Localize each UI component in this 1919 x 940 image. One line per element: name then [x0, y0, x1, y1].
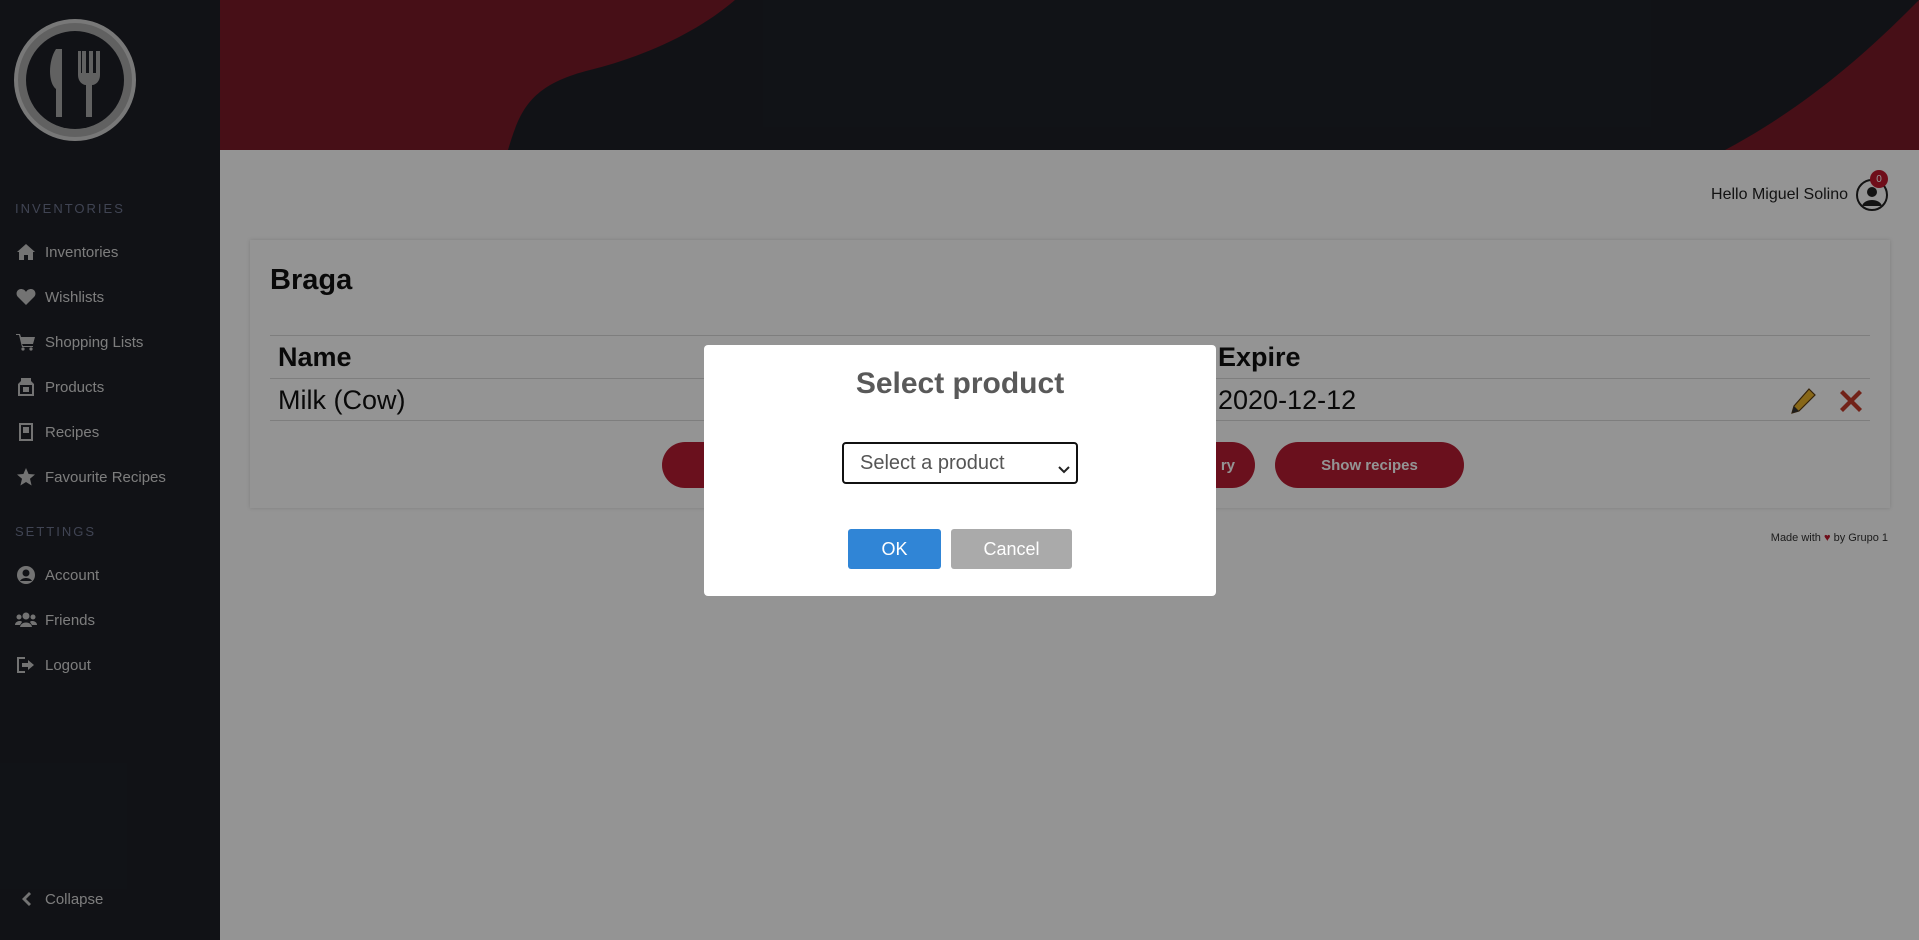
product-select[interactable]: Select a product — [842, 442, 1078, 484]
product-select-value: Select a product — [860, 451, 1005, 474]
ok-button[interactable]: OK — [848, 529, 941, 569]
dialog-title: Select product — [855, 367, 1065, 400]
chevron-down-icon — [1058, 458, 1070, 481]
select-product-dialog: Select product Select a product OK Cance… — [704, 345, 1216, 596]
cancel-button[interactable]: Cancel — [951, 529, 1072, 569]
